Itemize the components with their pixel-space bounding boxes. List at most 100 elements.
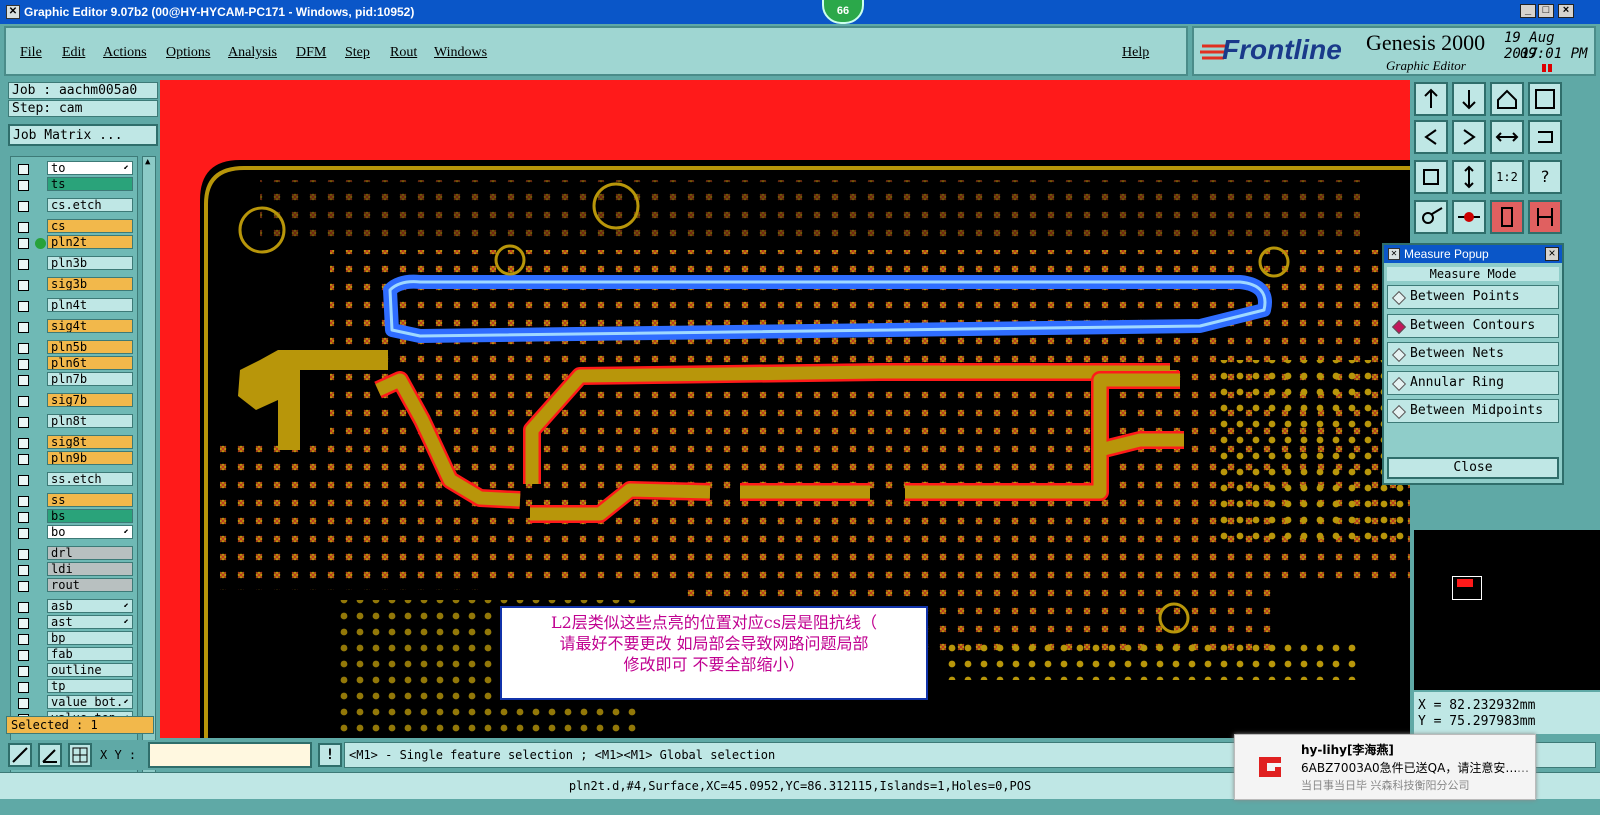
layer-name[interactable]: bo ⬋ bbox=[47, 525, 133, 539]
layer-name[interactable]: tp bbox=[47, 679, 133, 693]
layer-checkbox[interactable] bbox=[18, 549, 29, 560]
layer-row-bp[interactable]: bp bbox=[13, 631, 135, 646]
layer-name[interactable]: sig3b bbox=[47, 277, 133, 291]
layer-name[interactable]: pln7b bbox=[47, 372, 133, 386]
grid-mode-icon[interactable] bbox=[68, 743, 92, 767]
layer-checkbox[interactable] bbox=[18, 475, 29, 486]
layer-row-ast[interactable]: ast ⬋ bbox=[13, 615, 135, 630]
layer-name[interactable]: sig7b bbox=[47, 393, 133, 407]
layer-checkbox[interactable] bbox=[18, 301, 29, 312]
layer-row-pln5b[interactable]: pln5b bbox=[13, 340, 135, 355]
radio-diamond-icon[interactable] bbox=[1391, 376, 1407, 391]
angle-mode-icon[interactable] bbox=[38, 743, 62, 767]
layer-name[interactable]: sig4t bbox=[47, 319, 133, 333]
radio-diamond-icon[interactable] bbox=[1391, 404, 1407, 420]
layer-row-drl[interactable]: drl bbox=[13, 546, 135, 561]
job-matrix-button[interactable]: Job Matrix ... bbox=[8, 124, 158, 146]
zoom-vertical-icon[interactable] bbox=[1452, 160, 1486, 194]
layer-checkbox[interactable] bbox=[18, 164, 29, 175]
layer-name[interactable]: drl bbox=[47, 546, 133, 560]
zoom-up-icon[interactable] bbox=[1414, 82, 1448, 116]
overview-map[interactable] bbox=[1414, 530, 1600, 690]
layer-checkbox[interactable] bbox=[18, 201, 29, 212]
layer-row-ss[interactable]: ss bbox=[13, 493, 135, 508]
layer-row-asb[interactable]: asb ⬋ bbox=[13, 599, 135, 614]
layer-row-pln8t[interactable]: pln8t bbox=[13, 414, 135, 429]
measure-option-between-midpoints[interactable]: Between Midpoints bbox=[1387, 399, 1559, 423]
layer-checkbox[interactable] bbox=[18, 396, 29, 407]
layer-name[interactable]: fab bbox=[47, 647, 133, 661]
measure-icon[interactable] bbox=[1452, 200, 1486, 234]
layer-row-cs[interactable]: cs bbox=[13, 219, 135, 234]
layer-checkbox[interactable] bbox=[18, 375, 29, 386]
layer-name[interactable]: rout bbox=[47, 578, 133, 592]
minimize-button[interactable]: _ bbox=[1520, 4, 1536, 18]
layer-checkbox[interactable] bbox=[18, 512, 29, 523]
layer-checkbox[interactable] bbox=[18, 581, 29, 592]
radio-diamond-icon[interactable] bbox=[1391, 347, 1407, 363]
measure-popup-header[interactable]: ✕ Measure Popup × bbox=[1384, 245, 1562, 263]
menu-actions[interactable]: Actions bbox=[103, 45, 147, 61]
layer-row-rout[interactable]: rout bbox=[13, 578, 135, 593]
layer-row-pln6t[interactable]: pln6t bbox=[13, 356, 135, 371]
chat-notification[interactable]: hy-lihy[李海燕] 6ABZ7003A0急件已送QA，请注意安… 当日事当… bbox=[1234, 734, 1536, 800]
layer-checkbox[interactable] bbox=[18, 454, 29, 465]
layer-highlight-icon[interactable] bbox=[1490, 200, 1524, 234]
layer-checkbox[interactable] bbox=[18, 496, 29, 507]
layer-checkbox[interactable] bbox=[18, 238, 29, 249]
layer-checkbox[interactable] bbox=[18, 438, 29, 449]
layer-name[interactable]: sig8t bbox=[47, 435, 133, 449]
layer-checkbox[interactable] bbox=[18, 417, 29, 428]
radio-diamond-icon[interactable] bbox=[1391, 319, 1407, 334]
layer-checkbox[interactable] bbox=[18, 180, 29, 191]
layer-name[interactable]: pln8t bbox=[47, 414, 133, 428]
layer-row-sig3b[interactable]: sig3b bbox=[13, 277, 135, 292]
layer-row-fab[interactable]: fab bbox=[13, 647, 135, 662]
layer-checkbox[interactable] bbox=[18, 650, 29, 661]
layer-checkbox[interactable] bbox=[18, 259, 29, 270]
warning-button[interactable]: ! bbox=[318, 743, 342, 767]
pause-icon[interactable] bbox=[1542, 64, 1546, 72]
menu-file[interactable]: File bbox=[20, 45, 42, 61]
layer-name[interactable]: pln4t bbox=[47, 298, 133, 312]
measure-option-between-nets[interactable]: Between Nets bbox=[1387, 342, 1559, 366]
fit-width-icon[interactable] bbox=[1490, 120, 1524, 154]
menu-analysis[interactable]: Analysis bbox=[228, 45, 277, 61]
measure-close-button[interactable]: Close bbox=[1387, 457, 1559, 479]
zoom-1-to-2-button[interactable]: 1:2 bbox=[1490, 160, 1524, 194]
layer-row-outline[interactable]: outline bbox=[13, 663, 135, 678]
measure-option-between-contours[interactable]: Between Contours bbox=[1387, 313, 1559, 338]
layer-name[interactable]: ts bbox=[47, 177, 133, 191]
zoom-down-icon[interactable] bbox=[1452, 82, 1486, 116]
pan-right-icon[interactable] bbox=[1452, 120, 1486, 154]
scroll-up-icon[interactable]: ▲ bbox=[145, 157, 150, 167]
layer-row-cs-etch[interactable]: cs.etch bbox=[13, 198, 135, 213]
zoom-fit-icon[interactable] bbox=[1414, 160, 1448, 194]
layer-checkbox[interactable] bbox=[18, 698, 29, 709]
layer-checkbox[interactable] bbox=[18, 528, 29, 539]
draw-mode-icon[interactable] bbox=[8, 743, 32, 767]
layer-name[interactable]: to ⬋ bbox=[47, 161, 133, 175]
layer-name[interactable]: pln3b bbox=[47, 256, 133, 270]
overview-viewport[interactable] bbox=[1452, 576, 1482, 600]
menu-dfm[interactable]: DFM bbox=[296, 45, 326, 61]
menu-windows[interactable]: Windows bbox=[434, 45, 487, 61]
layer-checkbox[interactable] bbox=[18, 359, 29, 370]
measure-option-annular-ring[interactable]: Annular Ring bbox=[1387, 370, 1559, 395]
xy-input[interactable] bbox=[148, 742, 312, 768]
layer-checkbox[interactable] bbox=[18, 322, 29, 333]
layer-row-tp[interactable]: tp bbox=[13, 679, 135, 694]
net-highlight-icon[interactable] bbox=[1528, 200, 1562, 234]
help-query-button[interactable]: ? bbox=[1528, 160, 1562, 194]
menu-options[interactable]: Options bbox=[166, 45, 210, 61]
layer-name[interactable]: pln2t bbox=[47, 235, 133, 249]
zoom-area-icon[interactable] bbox=[1528, 82, 1562, 116]
menu-edit[interactable]: Edit bbox=[62, 45, 85, 61]
layer-checkbox[interactable] bbox=[18, 666, 29, 677]
layer-checkbox[interactable] bbox=[18, 682, 29, 693]
layer-row-pln7b[interactable]: pln7b bbox=[13, 372, 135, 387]
measure-option-between-points[interactable]: Between Points bbox=[1387, 285, 1559, 309]
layer-name[interactable]: pln9b bbox=[47, 451, 133, 465]
layer-list-scrollbar[interactable]: ▲ ▼ bbox=[142, 156, 156, 788]
layer-checkbox[interactable] bbox=[18, 602, 29, 613]
